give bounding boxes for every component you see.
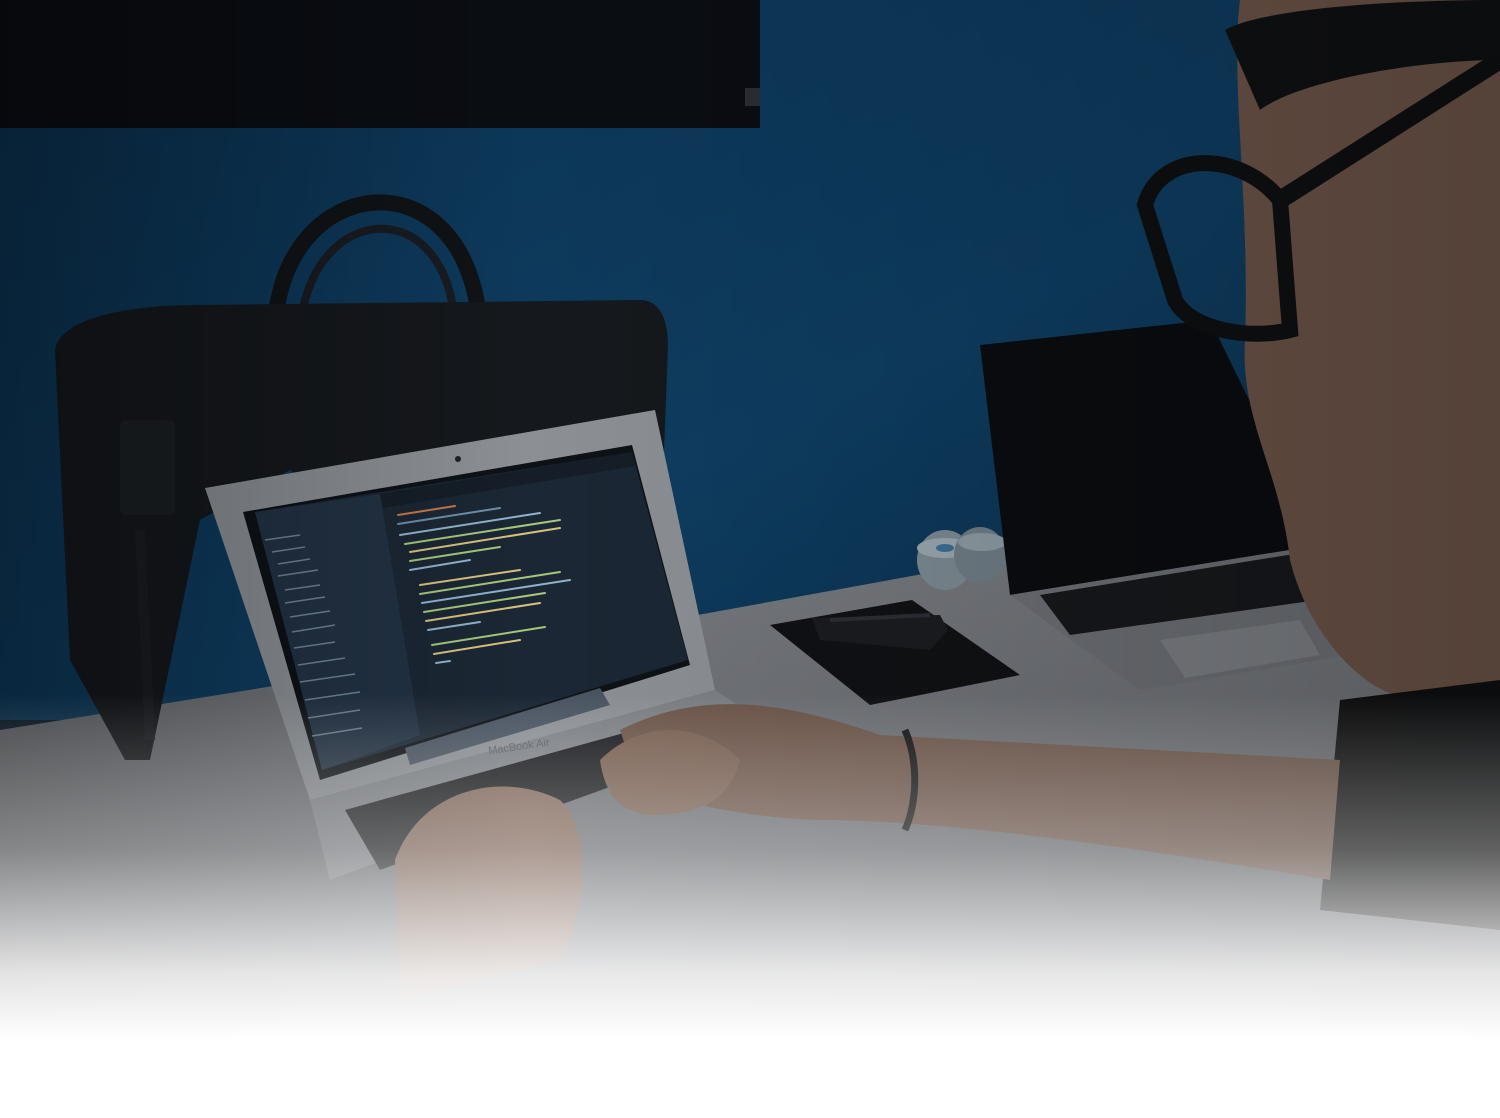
office-photo xyxy=(0,0,1500,1118)
